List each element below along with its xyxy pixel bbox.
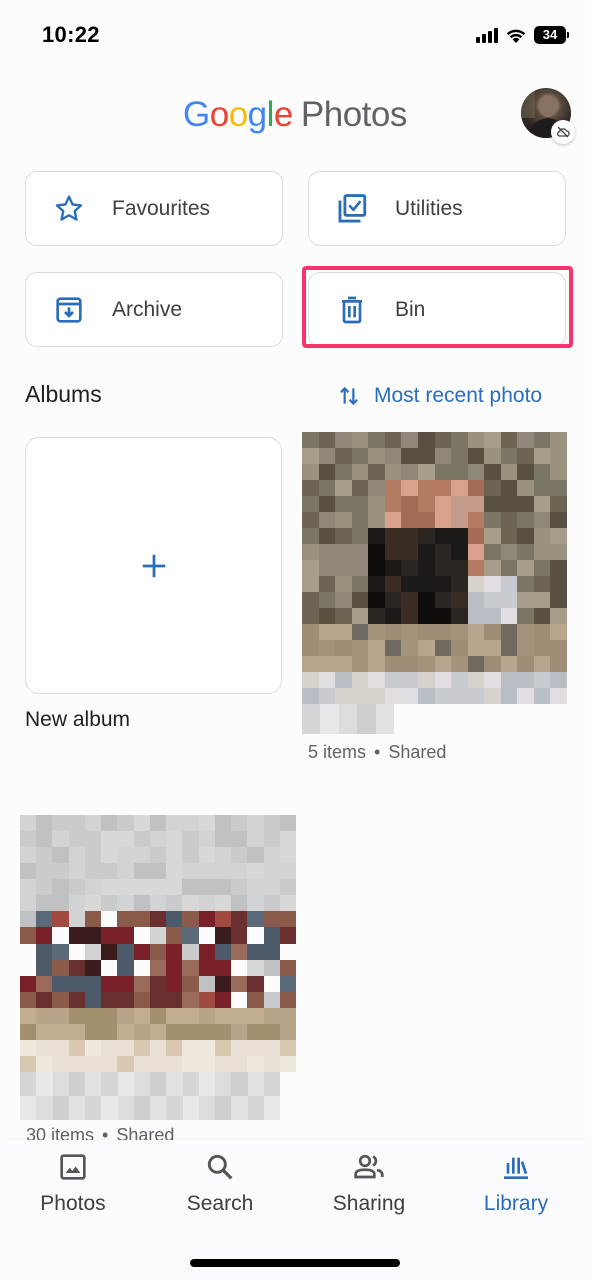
archive-icon: [51, 292, 87, 328]
sort-label: Most recent photo: [374, 384, 543, 407]
albums-heading: Albums: [25, 381, 102, 407]
nav-sharing[interactable]: Sharing: [309, 1148, 429, 1216]
nav-search[interactable]: Search: [160, 1148, 280, 1216]
album-title-1-redacted: [302, 704, 394, 734]
album-cover-1[interactable]: [302, 432, 567, 704]
favourites-button[interactable]: Favourites: [25, 171, 283, 246]
search-icon: [204, 1148, 236, 1186]
wifi-icon: [506, 29, 526, 43]
album-item-count: 5 items: [308, 742, 367, 762]
photo-icon: [57, 1148, 89, 1186]
bin-highlight-annotation: [302, 266, 573, 348]
nav-library[interactable]: Library: [456, 1148, 576, 1216]
utilities-label: Utilities: [395, 196, 463, 220]
google-photos-logo: Google Photos: [183, 95, 407, 134]
archive-label: Archive: [112, 297, 183, 321]
album-shared-status: Shared: [388, 742, 447, 762]
plus-icon: [142, 554, 165, 577]
archive-button[interactable]: Archive: [25, 272, 283, 347]
backup-off-badge: [551, 120, 575, 144]
status-bar: 10:22 34: [0, 0, 591, 70]
signal-icon: [476, 27, 498, 43]
favourites-label: Favourites: [112, 196, 211, 220]
app-header: Google Photos: [0, 80, 591, 150]
nav-photos[interactable]: Photos: [13, 1148, 133, 1216]
people-icon: [351, 1148, 387, 1186]
star-icon: [51, 191, 87, 227]
utilities-checklist-icon: [334, 191, 370, 227]
utilities-button[interactable]: Utilities: [308, 171, 566, 246]
album-cover-2[interactable]: [20, 815, 296, 1072]
sort-icon: [340, 386, 358, 406]
status-time: 10:22: [42, 22, 100, 47]
new-album-button[interactable]: [25, 437, 282, 694]
album-meta-1: 5 items • Shared: [308, 742, 447, 762]
album-title-2-redacted: [20, 1072, 280, 1120]
status-icons: 34: [476, 26, 569, 44]
sort-albums-button[interactable]: Most recent photo: [336, 383, 542, 409]
home-indicator[interactable]: [190, 1259, 400, 1267]
battery-indicator: 34: [534, 26, 569, 44]
cloud-off-icon: [557, 126, 570, 138]
new-album-label: New album: [25, 708, 131, 731]
library-icon: [499, 1148, 533, 1186]
